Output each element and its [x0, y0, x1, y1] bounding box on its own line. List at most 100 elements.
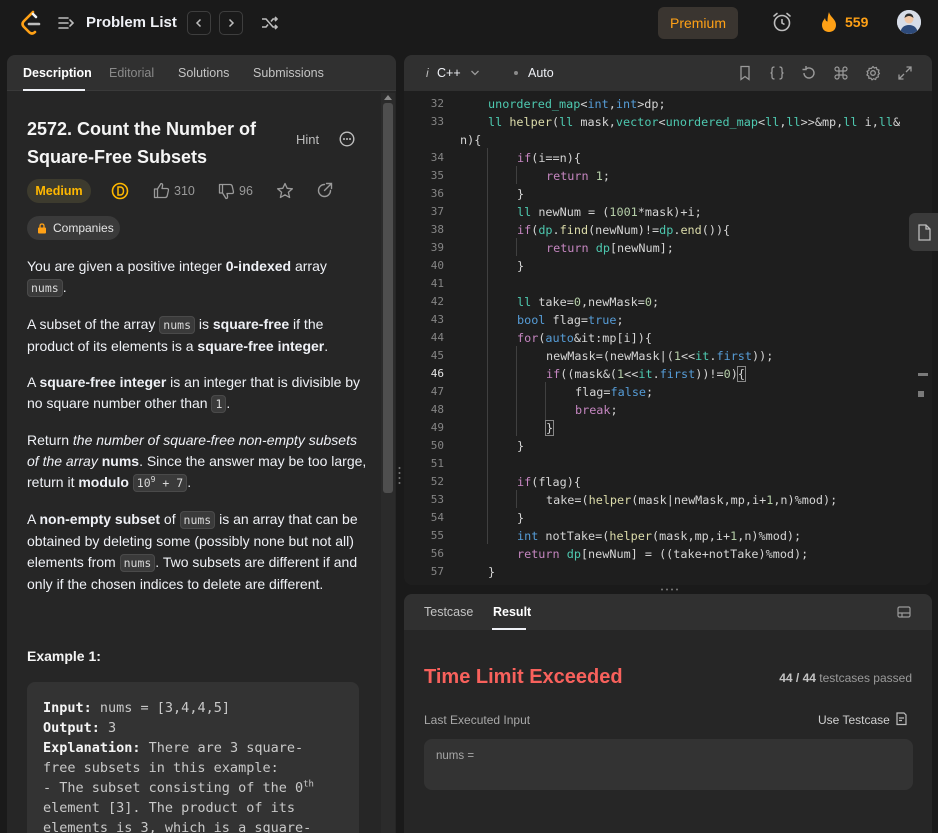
- companies-label: Companies: [53, 221, 114, 235]
- code-line: if((mask&(1<<it.first))!=0){: [546, 366, 746, 382]
- alarm-clock-icon[interactable]: [771, 11, 793, 33]
- scroll-up-arrow-icon[interactable]: [384, 95, 392, 100]
- lock-icon: [38, 222, 46, 233]
- avatar-person-icon: [897, 10, 921, 34]
- format-braces-icon[interactable]: [769, 65, 785, 81]
- indent-guide: [516, 346, 517, 436]
- example-input-label: Input:: [43, 700, 92, 716]
- problem-description: You are given a positive integer 0-index…: [27, 256, 367, 610]
- auto-dot-icon: [514, 71, 518, 75]
- horizontal-splitter-handle[interactable]: [660, 588, 678, 591]
- example-box: Input: nums = [3,4,4,5] Output: 3 Explan…: [27, 682, 359, 833]
- example-explanation-line: - The subset consisting of the 0: [43, 780, 304, 796]
- passed-count: 44 / 44: [779, 671, 816, 685]
- line-number: 43: [430, 313, 444, 326]
- line-number: 44: [430, 331, 444, 344]
- use-testcase-button[interactable]: Use Testcase: [818, 713, 890, 727]
- example-explanation-line: free subsets in this example:: [43, 760, 279, 776]
- more-options-icon[interactable]: [339, 131, 355, 147]
- line-number: 40: [430, 259, 444, 272]
- line-number: 47: [430, 385, 444, 398]
- line-number: 42: [430, 295, 444, 308]
- result-tabs: Testcase Result: [404, 594, 932, 630]
- line-number: 36: [430, 187, 444, 200]
- chevron-down-icon[interactable]: [470, 68, 480, 78]
- share-icon[interactable]: [316, 182, 333, 199]
- indent-guide: [487, 148, 488, 544]
- description-paragraph-2: A subset of the array nums is square-fre…: [27, 316, 329, 354]
- line-number: 55: [430, 529, 444, 542]
- editor-toolbar: i C++ Auto: [404, 55, 932, 91]
- description-tabs: Description Editorial Solutions Submissi…: [7, 55, 396, 91]
- problem-list-title[interactable]: Problem List: [86, 14, 177, 31]
- code-line: take=(helper(mask|newMask,mp,i+1,n)%mod)…: [546, 493, 838, 507]
- tab-editorial[interactable]: Editorial: [109, 66, 154, 80]
- code-line: }: [517, 187, 525, 201]
- tab-testcase[interactable]: Testcase: [424, 605, 473, 619]
- passed-suffix: testcases passed: [819, 671, 912, 685]
- premium-button[interactable]: Premium: [658, 7, 738, 39]
- language-selector[interactable]: C++: [437, 66, 461, 80]
- dislike-count: 96: [239, 184, 253, 198]
- next-question-button[interactable]: [219, 11, 243, 35]
- document-icon: [918, 224, 931, 241]
- coin-icon[interactable]: [111, 182, 129, 200]
- line-number: 49: [430, 421, 444, 434]
- notes-side-tab[interactable]: [909, 213, 938, 251]
- tab-submissions[interactable]: Submissions: [253, 66, 324, 80]
- star-favorite-icon[interactable]: [276, 182, 294, 200]
- top-bar: Problem List Premium 559: [0, 0, 938, 46]
- bookmark-icon[interactable]: [737, 65, 753, 81]
- description-paragraph-3: A square-free integer is an integer that…: [27, 374, 361, 413]
- indent-guide: [516, 490, 517, 508]
- thumbs-up-icon[interactable]: [153, 182, 170, 199]
- tab-result[interactable]: Result: [493, 605, 531, 619]
- example-output-value: 3: [99, 720, 117, 736]
- user-avatar[interactable]: [897, 10, 921, 34]
- code-line: }: [517, 259, 525, 273]
- shortcuts-command-icon[interactable]: [833, 65, 849, 81]
- settings-gear-icon[interactable]: [865, 65, 881, 81]
- line-number: 37: [430, 205, 444, 218]
- chevron-right-icon: [228, 18, 235, 28]
- fullscreen-expand-icon[interactable]: [897, 65, 913, 81]
- code-line: ll helper(ll mask,vector<unordered_map<l…: [488, 115, 901, 129]
- example-title: Example 1:: [27, 648, 101, 664]
- code-line: return dp[newNum];: [546, 241, 674, 255]
- code-line: int notTake=(helper(mask,mp,i+1,n)%mod);: [517, 529, 802, 543]
- line-number: 57: [430, 565, 444, 578]
- example-explanation-label: Explanation:: [43, 740, 141, 756]
- vertical-splitter-handle[interactable]: [398, 466, 401, 484]
- auto-mode-selector[interactable]: Auto: [528, 66, 554, 80]
- description-scroll-thumb[interactable]: [383, 103, 393, 493]
- streak-count[interactable]: 559: [845, 14, 868, 30]
- line-number: 54: [430, 511, 444, 524]
- shuffle-icon[interactable]: [260, 13, 280, 33]
- previous-question-button[interactable]: [187, 11, 211, 35]
- result-panel: Testcase Result Time Limit Exceeded 44 /…: [404, 594, 932, 833]
- reset-icon[interactable]: [801, 65, 817, 81]
- thumbs-down-icon[interactable]: [218, 183, 235, 200]
- tab-description[interactable]: Description: [23, 66, 92, 80]
- code-line: newMask=(newMask|(1<<it.first));: [546, 349, 774, 363]
- clipboard-icon[interactable]: [894, 711, 908, 726]
- code-line: if(i==n){: [517, 151, 581, 165]
- last-input-box: nums =: [424, 739, 913, 790]
- streak-fire-icon[interactable]: [820, 11, 838, 33]
- code-line: unordered_map<int,int>dp;: [488, 97, 666, 111]
- like-count: 310: [174, 184, 195, 198]
- companies-tag[interactable]: Companies: [27, 216, 120, 240]
- code-line-wrap: n){: [460, 133, 482, 147]
- line-number: 45: [430, 349, 444, 362]
- leetcode-logo-icon[interactable]: [20, 10, 42, 36]
- layout-panel-icon[interactable]: [897, 605, 911, 619]
- tab-solutions[interactable]: Solutions: [178, 66, 229, 80]
- code-line: }: [488, 565, 496, 579]
- difficulty-badge: Medium: [27, 179, 91, 203]
- code-line: if(dp.find(newNum)!=dp.end()){: [517, 223, 731, 237]
- hint-button[interactable]: Hint: [296, 132, 319, 147]
- input-var-label: nums =: [436, 750, 475, 762]
- problem-list-menu-icon[interactable]: [57, 14, 75, 32]
- line-number: 33: [430, 115, 444, 128]
- code-area[interactable]: 32 unordered_map<int,int>dp; 33 ll helpe…: [404, 93, 932, 585]
